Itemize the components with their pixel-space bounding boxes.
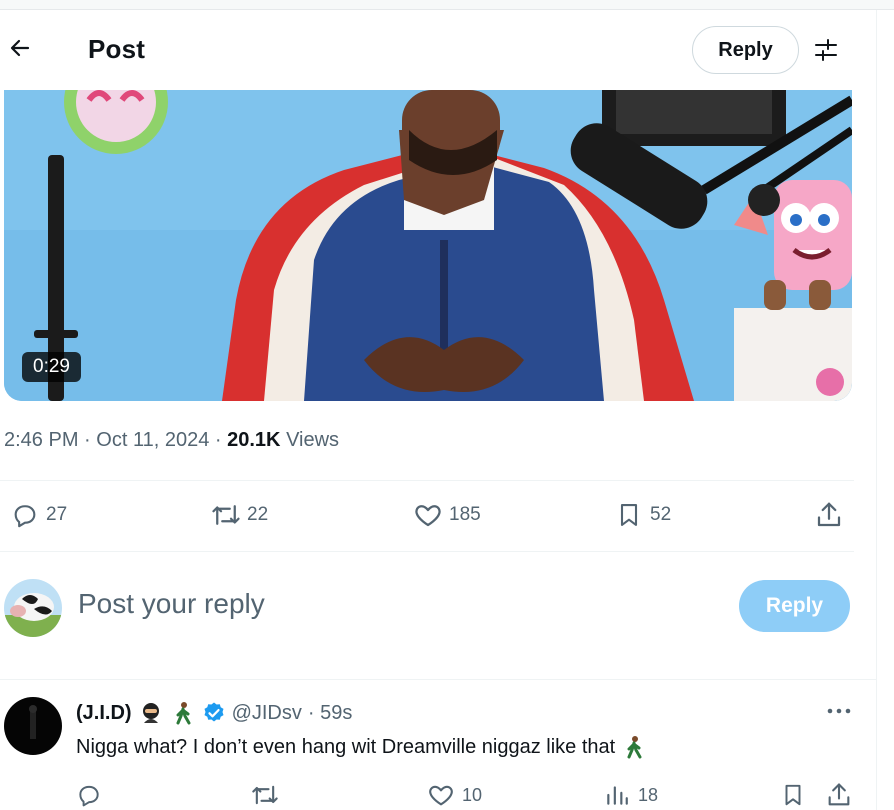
bookmark-icon: [612, 498, 646, 532]
video-duration: 0:29: [22, 352, 81, 382]
reply-view-count: 18: [638, 784, 659, 805]
more-dots-icon: [827, 708, 851, 714]
reply-text: Nigga what? I don’t even hang wit Dreamv…: [76, 734, 647, 760]
my-avatar[interactable]: [4, 579, 62, 637]
reply-author-avatar[interactable]: [4, 697, 62, 755]
views-count: 20.1K: [227, 429, 281, 451]
reply-repost-action[interactable]: [248, 778, 282, 810]
heart-icon: [424, 778, 458, 810]
filter-button[interactable]: [810, 34, 842, 66]
reply-author-handle[interactable]: @JIDsv: [232, 702, 302, 725]
post-timestamp-line: 2:46 PM · Oct 11, 2024 · 20.1K Views: [4, 429, 339, 452]
video-frame: [4, 90, 852, 401]
reply-like-action[interactable]: 10: [424, 778, 482, 810]
reply-action-bar: 10 18: [0, 776, 876, 810]
reply-icon: [8, 498, 42, 532]
bookmark-icon: [776, 778, 810, 810]
cow-avatar-image: [4, 579, 62, 637]
more-options-button[interactable]: [822, 698, 856, 724]
reply-icon: [72, 778, 106, 810]
separator: ·: [84, 429, 91, 451]
walking-person-emoji-icon: [170, 700, 196, 726]
repost-icon: [248, 778, 282, 810]
repost-action[interactable]: 22: [209, 498, 268, 532]
reply-like-count: 10: [462, 784, 483, 805]
tune-icon: [815, 39, 837, 61]
reply-bookmark-action[interactable]: [776, 778, 810, 810]
reply-time[interactable]: · 59s: [308, 702, 352, 725]
repost-icon: [209, 498, 243, 532]
views-chart-icon: [600, 778, 634, 810]
compose-reply-button[interactable]: Reply: [739, 580, 850, 632]
ninja-emoji-icon: [138, 700, 164, 726]
heart-icon: [411, 498, 445, 532]
verified-badge-icon[interactable]: [202, 701, 226, 725]
divider: [0, 551, 854, 552]
post-header: Post Reply: [0, 10, 876, 90]
reply-author-name[interactable]: (J.I.D): [76, 702, 132, 725]
reply-header: (J.I.D) @JIDsv · 59s: [76, 700, 352, 726]
reply-views-action[interactable]: 18: [600, 778, 658, 810]
column-border: [876, 10, 877, 810]
like-action[interactable]: 185: [411, 498, 481, 532]
page-title: Post: [88, 34, 146, 64]
video-player[interactable]: 0:29: [4, 90, 852, 401]
browser-top-strip: [0, 0, 894, 10]
repost-count: 22: [247, 504, 269, 525]
divider: [0, 679, 876, 680]
share-icon: [822, 778, 856, 810]
like-count: 185: [449, 504, 481, 525]
separator: ·: [214, 429, 222, 451]
walking-person-emoji-icon: [621, 734, 647, 760]
reply-count: 27: [46, 504, 68, 525]
post-date[interactable]: Oct 11, 2024: [96, 429, 209, 451]
arrow-left-icon: [10, 39, 30, 57]
post-time[interactable]: 2:46 PM: [4, 429, 78, 451]
reply-reply-action[interactable]: [72, 778, 106, 810]
share-action[interactable]: [812, 498, 846, 532]
reply-input[interactable]: Post your reply: [78, 588, 265, 620]
views-label: Views: [286, 429, 340, 451]
reply-share-action[interactable]: [822, 778, 856, 810]
back-button[interactable]: [2, 30, 38, 66]
header-reply-button[interactable]: Reply: [692, 26, 799, 74]
reply-action[interactable]: 27: [8, 498, 67, 532]
dark-avatar-image: [4, 697, 62, 755]
post-action-bar: 27 22 185 52: [0, 480, 854, 552]
share-icon: [812, 498, 846, 532]
bookmark-count: 52: [650, 504, 672, 525]
reply-text-body: Nigga what? I don’t even hang wit Dreamv…: [76, 735, 616, 758]
bookmark-action[interactable]: 52: [612, 498, 671, 532]
